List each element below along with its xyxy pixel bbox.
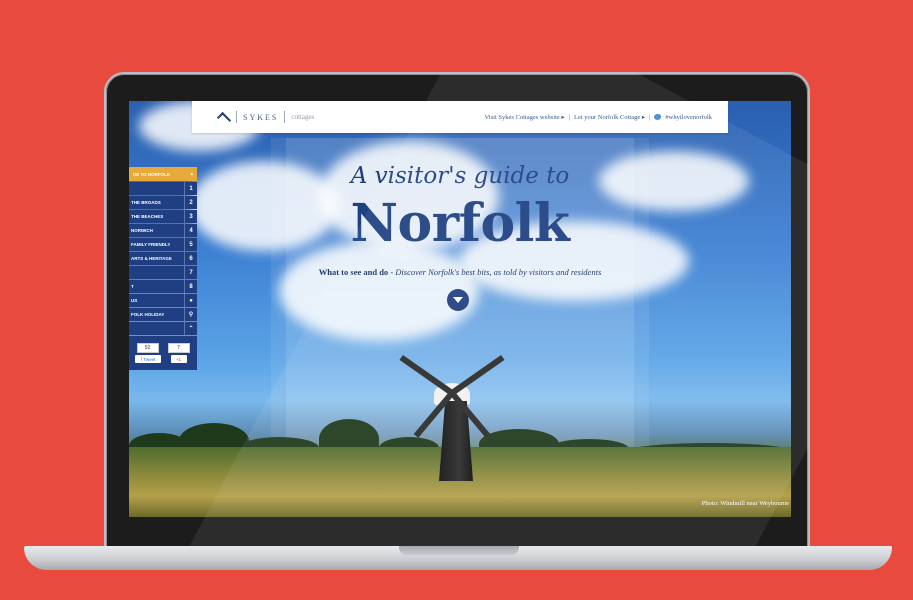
logo-divider (284, 111, 286, 123)
gplus-share: 7 +1 (167, 343, 191, 363)
sidebar-item-number: 1 (184, 182, 197, 195)
gplus-button[interactable]: +1 (170, 355, 187, 363)
chapter-sidebar: DE TO NORFOLK ▴ 1 THE BROADS 2 THE BEACHE… (129, 167, 197, 370)
up-caret-icon: ▴ (190, 171, 193, 176)
sidebar-item-label: THE BROADS (131, 200, 161, 205)
sidebar-item-number: 4 (184, 224, 197, 237)
sidebar-item-label: US (131, 298, 138, 303)
tagline-detail: Discover Norfolk's best bits, as told by… (395, 267, 602, 277)
sidebar-item-number: 7 (184, 266, 197, 279)
scroll-down-button[interactable] (447, 289, 469, 311)
sidebar-header[interactable]: DE TO NORFOLK ▴ (129, 167, 197, 181)
page-subtitle: A visitor's guide to (350, 163, 570, 189)
sidebar-item-label: FOLK HOLIDAY (131, 312, 165, 317)
link-separator: | (568, 113, 570, 121)
tagline: What to see and do - Discover Norfolk's … (286, 267, 634, 277)
sidebar-item-label: NORWICH (131, 228, 153, 233)
sidebar-item-number: 2 (184, 196, 197, 209)
visit-website-link[interactable]: Visit Sykes Cottages website ▸ (485, 113, 565, 121)
sidebar-item-number: 8 (184, 280, 197, 293)
hashtag-link[interactable]: #whyilovenorfolk (665, 114, 712, 121)
let-cottage-link[interactable]: Let your Norfolk Cottage ▸ (574, 113, 645, 121)
tagline-lead: What to see and do (318, 267, 389, 277)
chevron-up-icon: ⌃ (184, 322, 197, 335)
sidebar-header-label: DE TO NORFOLK (133, 171, 171, 177)
sidebar-item-label: THE BEACHES (131, 214, 164, 219)
sidebar-item-family[interactable]: FAMILY FRIENDLY 5 (129, 238, 197, 251)
sidebar-item-top[interactable]: ⌃ (129, 322, 197, 335)
sidebar-item-number: 6 (184, 252, 197, 265)
sidebar-item-holiday[interactable]: FOLK HOLIDAY ⚲ (129, 308, 197, 321)
tweet-count: 52 (136, 343, 159, 353)
sidebar-item-beaches[interactable]: THE BEACHES 3 (129, 210, 197, 223)
sidebar-item-number: 5 (184, 238, 197, 251)
social-share-panel: 52 ❘ Tweet 7 +1 (129, 336, 197, 370)
map-pin-icon: ⚲ (184, 308, 197, 321)
tweet-button-label: Tweet (143, 356, 156, 362)
photo-credit: Photo: Windmill near Weybourne (701, 500, 789, 507)
link-separator: | (649, 113, 651, 121)
sidebar-item-number: 3 (184, 210, 197, 223)
tweet-button[interactable]: ❘ Tweet (134, 355, 161, 363)
sidebar-item-label: FAMILY FRIENDLY (131, 242, 171, 247)
twitter-icon (654, 114, 662, 120)
top-links: Visit Sykes Cottages website ▸ | Let you… (485, 113, 713, 122)
sidebar-item-8[interactable]: T8 (129, 280, 197, 293)
sidebar-item-label: ARTS & HERITAGE (131, 256, 172, 261)
sidebar-item-1[interactable]: 1 (129, 182, 197, 195)
sidebar-item-7[interactable]: 7 (129, 266, 197, 279)
chat-icon: ● (184, 294, 197, 307)
page-title: Norfolk (350, 193, 570, 254)
sidebar-item-contact[interactable]: US ● (129, 294, 197, 307)
sidebar-item-broads[interactable]: THE BROADS 2 (129, 196, 197, 209)
sykes-logo[interactable]: SYKES cottages (216, 111, 315, 127)
top-navigation-bar: SYKES cottages Visit Sykes Cottages webs… (192, 101, 728, 133)
sidebar-item-label: T (131, 284, 134, 289)
logo-text: SYKES (243, 112, 279, 122)
sidebar-item-norwich[interactable]: NORWICH 4 (129, 224, 197, 237)
logo-divider (236, 111, 237, 123)
twitter-share: 52 ❘ Tweet (134, 343, 161, 363)
logo-chevron-icon (216, 111, 232, 127)
sidebar-item-arts[interactable]: ARTS & HERITAGE 6 (129, 252, 197, 265)
logo-subtext: cottages (291, 113, 315, 121)
laptop-notch (399, 546, 519, 555)
gplus-count: 7 (167, 343, 190, 353)
website-screen: SYKES cottages Visit Sykes Cottages webs… (129, 101, 791, 517)
